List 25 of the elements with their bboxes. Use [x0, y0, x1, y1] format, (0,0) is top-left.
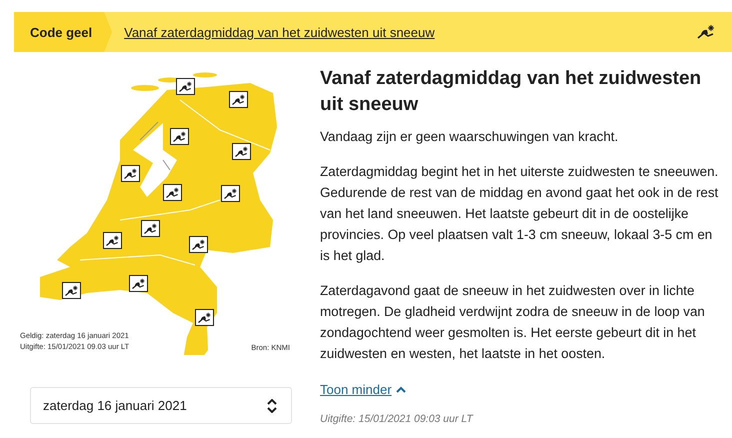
- snow-warning-icon: [176, 78, 195, 95]
- paragraph: Zaterdagavond gaat de sneeuw in het zuidwesten over in lichte motregen. De gladheid verdwijnt zodra de sneeuw in de loop van zondagochtend weer gesmolten is. Het eerste gebeurt dit in het zuidwesten en westen, het laatste in het oosten.: [320, 282, 706, 363]
- warning-level-badge: Code geel: [14, 12, 112, 52]
- snow-warning-icon: [121, 165, 140, 182]
- snow-road-icon: [696, 24, 716, 40]
- show-less-link[interactable]: Toon minder: [320, 382, 406, 397]
- snow-warning-icon: [170, 128, 189, 145]
- snow-warning-icon: [163, 184, 182, 201]
- paragraph: Zaterdagmiddag begint het in het uiterste zuidwesten te sneeuwen. Gedurende de rest van de middag en avond gaat het ook in de rest van het land sneeuwen. Het laatste gebeurt dit in de oostelijke provincies. Op veel plaatsen valt 1-3 cm sneeuw, lokaal 3-5 cm en is het glad.: [320, 163, 720, 265]
- paragraph: Vandaag zijn er geen waarschuwingen van kracht.: [320, 128, 620, 146]
- snow-warning-icon: [195, 309, 214, 326]
- caret-up-icon: [396, 386, 406, 393]
- snow-warning-icon: [229, 91, 248, 108]
- issued-text: Uitgifte: 15/01/2021 09:03 uur LT: [320, 413, 474, 425]
- snow-warning-icon: [103, 232, 122, 249]
- snow-warning-icon: [189, 236, 208, 253]
- snow-warning-icon: [232, 143, 251, 160]
- snow-warning-icon: [129, 275, 148, 292]
- headline-link[interactable]: Vanaf zaterdagmiddag van het zuidwesten uit sneeuw: [124, 24, 696, 40]
- snow-warning-icon: [221, 185, 240, 202]
- sort-caret-icon: [267, 398, 277, 412]
- date-select[interactable]: zaterdag 16 januari 2021: [30, 387, 292, 424]
- article-title: Vanaf zaterdagmiddag van het zuidwesten uit sneeuw: [320, 67, 702, 117]
- snow-warning-icon: [141, 220, 160, 237]
- snow-warning-icon: [62, 282, 81, 299]
